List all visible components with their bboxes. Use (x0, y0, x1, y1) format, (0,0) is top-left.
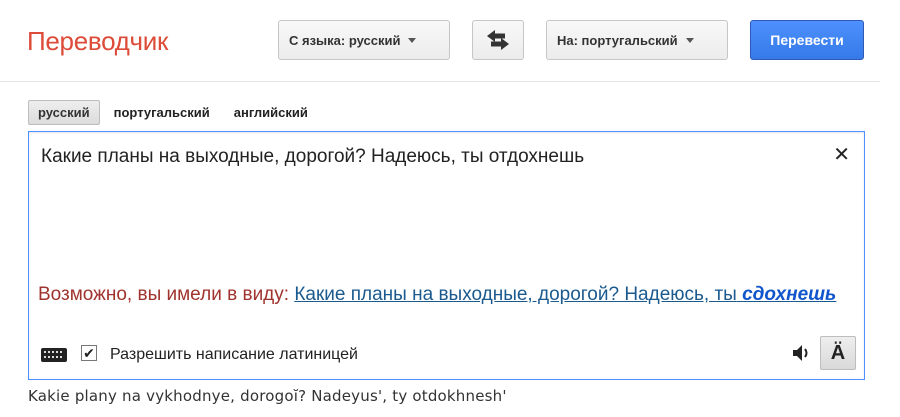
suggestion-link[interactable]: Какие планы на выходные, дорогой? Надеюс… (294, 284, 836, 305)
latin-input-label: Разрешить написание латиницей (110, 346, 358, 363)
target-language-button[interactable]: На: португальский (546, 20, 728, 60)
swap-languages-button[interactable] (472, 20, 524, 60)
keyboard-icon[interactable] (41, 348, 67, 362)
suggestion-prefix: Возможно, вы имели в виду: (38, 284, 290, 305)
spelling-suggestion: Возможно, вы имели в виду: Какие планы н… (38, 282, 858, 308)
suggestion-text: Какие планы на выходные, дорогой? Надеюс… (294, 284, 737, 305)
close-icon[interactable]: ✕ (833, 142, 850, 167)
source-text[interactable]: Какие планы на выходные, дорогой? Надеюс… (41, 146, 584, 168)
suggestion-corrected-word: сдохнешь (742, 284, 837, 305)
chevron-down-icon (408, 37, 417, 43)
header-divider (0, 81, 880, 82)
app-title: Переводчик (27, 26, 169, 56)
source-language-label: С языка: русский (289, 32, 401, 48)
swap-arrows-icon (487, 30, 509, 50)
tab-russian[interactable]: русский (28, 100, 100, 125)
tab-english[interactable]: английский (224, 100, 318, 125)
speaker-icon[interactable] (792, 344, 812, 367)
source-language-tabs: русский португальский английский (28, 100, 322, 125)
source-language-button[interactable]: С языка: русский (278, 20, 450, 60)
translate-button[interactable]: Перевести (750, 20, 864, 60)
chevron-down-icon (685, 37, 694, 43)
latin-input-checkbox[interactable]: ✔ (81, 345, 97, 361)
target-language-label: На: португальский (557, 32, 678, 48)
accented-characters-button[interactable]: Ä (820, 336, 856, 370)
tab-portuguese[interactable]: португальский (104, 100, 220, 125)
source-text-area[interactable]: Какие планы на выходные, дорогой? Надеюс… (28, 131, 865, 380)
transliteration-text: Kakie plany na vykhodnye, dorogoĭ? Nadey… (28, 387, 507, 405)
